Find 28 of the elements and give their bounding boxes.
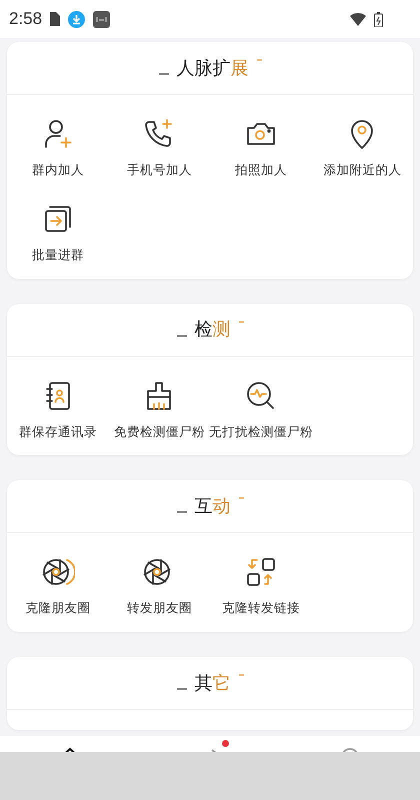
title-dash: [158, 73, 168, 75]
download-icon: [68, 10, 86, 28]
wifi-icon: [350, 12, 366, 26]
feature-item[interactable]: 拍照加人: [210, 117, 312, 180]
feature-item[interactable]: 免费检测僵尸粉: [108, 378, 210, 442]
section-title: 互动: [194, 494, 230, 519]
title-dash: [238, 674, 244, 676]
battery-icon: [374, 12, 383, 26]
sim-card-icon: [50, 12, 60, 26]
section-title: 检测: [194, 318, 230, 342]
feature-item[interactable]: 批量进群: [7, 202, 108, 264]
feature-item[interactable]: 转发朋友圈: [108, 555, 210, 618]
feature-item[interactable]: 克隆朋友圈: [7, 555, 108, 618]
title-dash: [176, 688, 186, 690]
title-dash: [238, 320, 244, 322]
feature-item[interactable]: 无打扰检测僵尸粉: [210, 378, 312, 442]
title-dash: [176, 334, 186, 336]
title-dash: [238, 497, 244, 500]
title-dash: [256, 59, 262, 61]
feature-item[interactable]: 群内加人: [7, 117, 108, 180]
feature-item[interactable]: 克隆转发链接: [210, 555, 312, 618]
section-title: 人脉扩展: [176, 56, 248, 80]
status-time: 2:58: [9, 8, 42, 30]
feature-item[interactable]: 手机号加人: [108, 117, 210, 180]
section-title: 其它: [194, 672, 230, 696]
feature-item[interactable]: 添加附近的人: [312, 117, 413, 180]
title-dash: [176, 511, 186, 514]
feature-item[interactable]: 群保存通讯录: [7, 378, 108, 442]
